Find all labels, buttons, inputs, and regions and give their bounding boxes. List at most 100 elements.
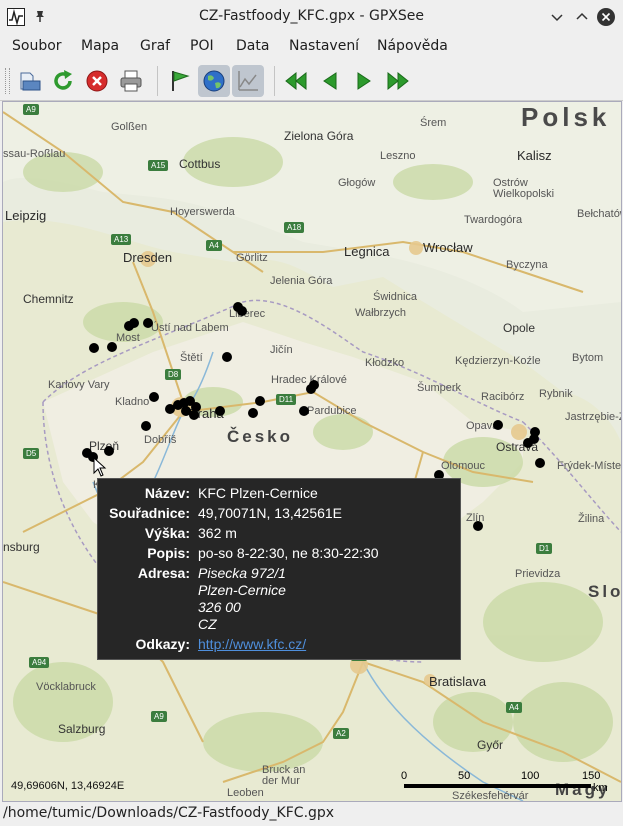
tooltip-address-line: 326 00 <box>198 599 241 615</box>
label-frydek: Frýdek-Místek <box>557 460 622 472</box>
next-icon <box>357 72 371 90</box>
status-bar: /home/tumic/Downloads/CZ-Fastfoody_KFC.g… <box>0 801 623 826</box>
poi-marker[interactable] <box>222 352 232 362</box>
poi-marker[interactable] <box>299 406 309 416</box>
tooltip-value: 362 m <box>198 525 237 541</box>
poi-marker[interactable] <box>473 521 483 531</box>
tooltip-label: Popis: <box>147 545 190 561</box>
poi-marker[interactable] <box>237 306 247 316</box>
poi-marker[interactable] <box>535 458 545 468</box>
label-leipzig: Leipzig <box>5 208 47 223</box>
last-button[interactable] <box>382 65 414 97</box>
first-icon <box>285 71 307 91</box>
label-prievidza: Prievidza <box>515 568 561 580</box>
menu-napoveda[interactable]: Nápověda <box>377 38 448 54</box>
toolbar-separator <box>157 66 158 96</box>
label-steti: Štětí <box>180 352 203 364</box>
label-jelenia: Jelenia Góra <box>270 275 333 287</box>
poi-marker[interactable] <box>530 427 540 437</box>
close-file-button[interactable] <box>81 65 113 97</box>
scale-line <box>404 784 591 788</box>
reload-button[interactable] <box>47 65 79 97</box>
label-hoyerswerda: Hoyerswerda <box>170 206 235 218</box>
road-shield: A2 <box>333 728 349 739</box>
label-kladno: Kladno <box>115 396 150 408</box>
poi-marker[interactable] <box>104 446 114 456</box>
label-zielona: Zielona Góra <box>284 129 354 143</box>
label-slo: Slo <box>588 582 622 601</box>
label-polsko: Polsk <box>521 102 611 132</box>
poi-marker[interactable] <box>248 408 258 418</box>
poi-marker[interactable] <box>143 318 153 328</box>
road-shield: D1 <box>536 543 553 554</box>
label-rybnik: Rybnik <box>539 388 573 400</box>
label-karlovy: Karlovy Vary <box>48 379 110 391</box>
close-file-icon <box>86 70 108 92</box>
label-vocklabruck: Vöcklabruck <box>36 681 96 693</box>
poi-marker[interactable] <box>493 420 503 430</box>
last-icon <box>387 71 409 91</box>
print-button[interactable] <box>115 65 147 97</box>
close-window-icon[interactable] <box>596 7 616 27</box>
first-button[interactable] <box>280 65 312 97</box>
label-raciborz: Racibórz <box>481 391 525 403</box>
map-button[interactable] <box>198 65 230 97</box>
label-glogow: Głogów <box>338 177 376 189</box>
file-path: /home/tumic/Downloads/CZ-Fastfoody_KFC.g… <box>3 805 335 821</box>
poi-marker[interactable] <box>149 392 159 402</box>
label-belchatow: Bełchatów <box>577 208 621 220</box>
map-view[interactable]: Polsk Česko Slo Magy Wien Bratislava Pra… <box>2 101 622 802</box>
road-shield: D11 <box>276 394 297 405</box>
menu-nastaveni[interactable]: Nastavení <box>289 38 359 54</box>
poi-marker[interactable] <box>107 342 117 352</box>
prev-button[interactable] <box>314 65 346 97</box>
label-opole: Opole <box>503 321 536 335</box>
label-chemnitz: Chemnitz <box>23 292 74 306</box>
label-kedzierzyn: Kędzierzyn-Koźle <box>455 355 541 367</box>
poi-marker[interactable] <box>309 380 319 390</box>
menu-soubor[interactable]: Soubor <box>12 38 62 54</box>
road-shield: A4 <box>206 240 222 251</box>
poi-button[interactable] <box>164 65 196 97</box>
window-title: CZ-Fastfoody_KFC.gpx - GPXSee <box>199 8 424 24</box>
label-rosslau: ssau-Roßlau <box>3 148 66 160</box>
label-bruck: Bruck an der Mur <box>262 764 306 787</box>
label-cesko: Česko <box>227 427 294 446</box>
poi-marker[interactable] <box>215 406 225 416</box>
label-jastrzebie: Jastrzębie-Zdrój <box>565 411 621 423</box>
poi-marker[interactable] <box>129 318 139 328</box>
minimize-icon[interactable] <box>547 7 567 27</box>
graph-button[interactable] <box>232 65 264 97</box>
maximize-icon[interactable] <box>572 7 592 27</box>
poi-marker[interactable] <box>189 410 199 420</box>
poi-marker[interactable] <box>255 396 265 406</box>
label-twardogora: Twardogóra <box>464 214 523 226</box>
menu-graf[interactable]: Graf <box>140 38 170 54</box>
poi-marker[interactable] <box>89 343 99 353</box>
toolbar-grip[interactable] <box>5 68 10 94</box>
mouse-cursor-icon <box>93 457 107 477</box>
open-button[interactable] <box>14 65 46 97</box>
menu-poi[interactable]: POI <box>190 38 214 54</box>
print-icon <box>120 70 142 92</box>
next-button[interactable] <box>348 65 380 97</box>
road-shield: D5 <box>23 448 40 459</box>
tooltip-label: Odkazy: <box>135 636 190 652</box>
poi-marker[interactable] <box>141 421 151 431</box>
reload-icon <box>54 70 72 90</box>
tooltip-label: Název: <box>144 485 190 501</box>
menu-data[interactable]: Data <box>236 38 269 54</box>
road-shield: A18 <box>284 222 305 233</box>
globe-icon <box>203 70 225 92</box>
poi-tooltip: Název: KFC Plzen-Cernice Souřadnice: 49,70… <box>97 478 461 660</box>
label-leszno: Leszno <box>380 150 416 162</box>
label-pardubice: Pardubice <box>307 405 357 417</box>
toolbar-separator <box>274 66 275 96</box>
tooltip-link[interactable]: http://www.kfc.cz/ <box>198 636 306 652</box>
menu-mapa[interactable]: Mapa <box>81 38 119 54</box>
label-salzburg: Salzburg <box>58 722 106 736</box>
scale-label: 100 <box>521 770 540 782</box>
label-golssen: Golßen <box>111 121 148 133</box>
tooltip-address-line: Plzen-Cernice <box>198 582 286 598</box>
cursor-coordinates: 49,69606N, 13,46924E <box>11 780 125 792</box>
